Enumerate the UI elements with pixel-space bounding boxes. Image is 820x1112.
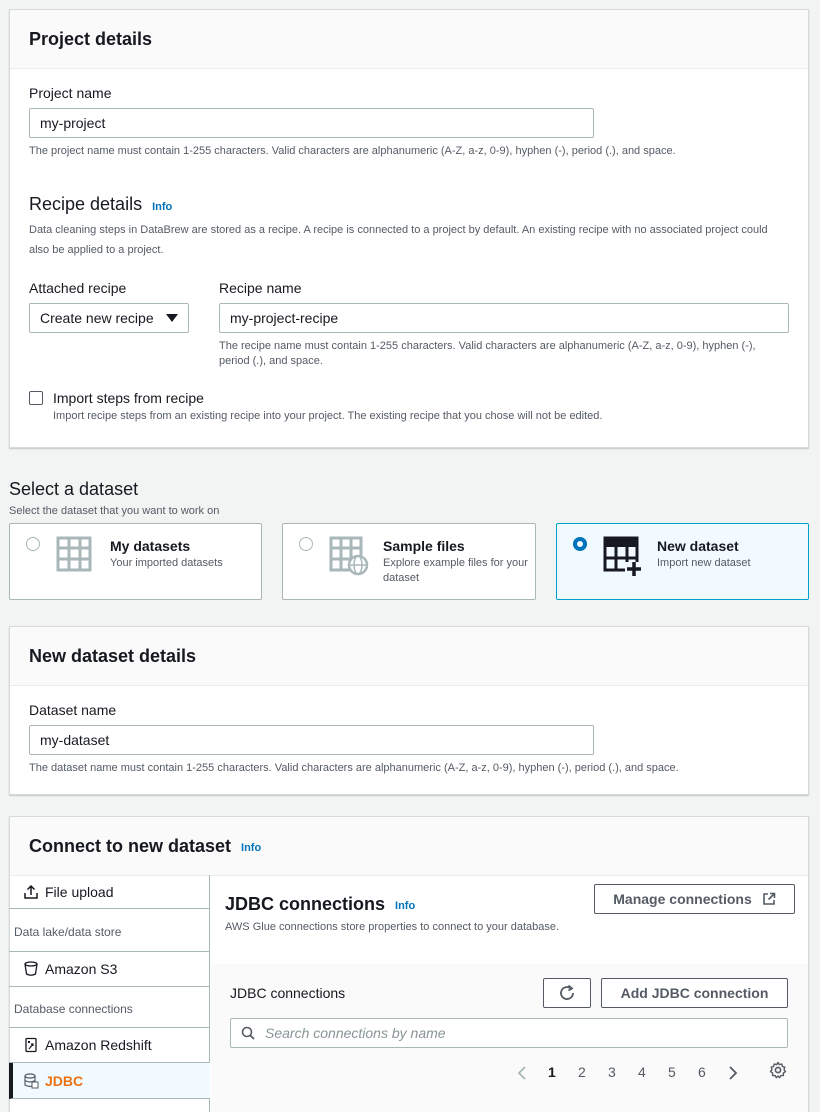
import-steps-hint: Import recipe steps from an existing rec… [53, 410, 603, 422]
recipe-name-input[interactable]: my-project-recipe [219, 303, 789, 333]
recipe-description: Data cleaning steps in DataBrew are stor… [29, 224, 768, 256]
tile-sample-files[interactable]: Sample files Explore example files for y… [282, 523, 536, 600]
add-jdbc-connection-button[interactable]: Add JDBC connection [601, 978, 788, 1008]
connect-info-link[interactable]: Info [241, 842, 261, 854]
attached-recipe-value: Create new recipe [40, 310, 154, 326]
jdbc-info-link[interactable]: Info [395, 900, 415, 912]
jdbc-description: AWS Glue connections store properties to… [225, 921, 560, 933]
import-steps-label[interactable]: Import steps from recipe [53, 390, 204, 406]
new-dataset-desc: Import new dataset [657, 557, 751, 569]
dataset-name-hint: The dataset name must contain 1-255 char… [29, 762, 679, 774]
sidebar-item-jdbc[interactable]: JDBC [9, 1063, 210, 1099]
tile-new-dataset[interactable]: New dataset Import new dataset [556, 523, 809, 600]
new-dataset-radio[interactable] [573, 537, 587, 551]
select-dataset-title: Select a dataset [9, 479, 139, 499]
bucket-icon [24, 961, 38, 976]
dataset-name-label: Dataset name [29, 702, 117, 718]
my-datasets-title: My datasets [110, 538, 191, 554]
manage-connections-label: Manage connections [613, 891, 752, 907]
select-dataset-subtitle: Select the dataset that you want to work… [9, 505, 220, 517]
sample-files-title: Sample files [383, 538, 465, 554]
page-5[interactable]: 5 [668, 1064, 676, 1080]
chevron-right-icon[interactable] [727, 1065, 739, 1081]
project-details-header: Project details [10, 10, 808, 69]
attached-recipe-select[interactable]: Create new recipe [29, 303, 189, 333]
new-dataset-header: New dataset details [10, 627, 808, 686]
new-dataset-title-heading: New dataset details [29, 645, 197, 666]
sidebar-item-file-upload[interactable]: File upload [9, 875, 210, 909]
recipe-name-label: Recipe name [219, 280, 302, 296]
search-icon [241, 1026, 255, 1040]
amazon-redshift-label: Amazon Redshift [45, 1037, 152, 1053]
table-plus-icon [603, 536, 643, 576]
group-database: Database connections [14, 1002, 133, 1016]
recipe-info-link[interactable]: Info [152, 201, 172, 213]
new-dataset-title: New dataset [657, 538, 739, 554]
recipe-name-hint: The recipe name must contain 1-255 chara… [219, 340, 756, 367]
import-steps-checkbox[interactable] [29, 391, 43, 405]
page-6[interactable]: 6 [698, 1064, 706, 1080]
tile-my-datasets[interactable]: My datasets Your imported datasets [9, 523, 262, 600]
sample-files-desc: Explore example files for your dataset [383, 557, 528, 584]
page-1[interactable]: 1 [548, 1064, 556, 1080]
jdbc-label: JDBC [45, 1072, 84, 1089]
refresh-button[interactable] [543, 978, 591, 1008]
project-details-title: Project details [29, 28, 153, 49]
table-globe-icon [329, 536, 369, 576]
connect-dataset-title: Connect to new dataset [29, 835, 232, 856]
sample-files-radio[interactable] [299, 537, 313, 551]
sidebar-item-amazon-s3[interactable]: Amazon S3 [9, 951, 210, 987]
page-3[interactable]: 3 [608, 1064, 616, 1080]
amazon-s3-label: Amazon S3 [45, 961, 118, 977]
project-name-label: Project name [29, 85, 112, 101]
upload-icon [24, 884, 38, 899]
gear-icon[interactable] [769, 1061, 787, 1079]
jdbc-table-label: JDBC connections [230, 985, 346, 1001]
jdbc-connections-title: JDBC connections [225, 894, 386, 914]
connect-dataset-header: Connect to new dataset Info [10, 817, 808, 876]
sidebar-item-amazon-redshift[interactable]: Amazon Redshift [9, 1027, 210, 1063]
recipe-details-title: Recipe details [29, 194, 143, 214]
attached-recipe-label: Attached recipe [29, 280, 127, 296]
recipe-details-heading: Recipe details Info [29, 194, 172, 215]
my-datasets-radio[interactable] [26, 537, 40, 551]
page-4[interactable]: 4 [638, 1064, 646, 1080]
search-connections-input[interactable]: Search connections by name [230, 1018, 788, 1048]
manage-connections-button[interactable]: Manage connections [594, 884, 795, 914]
group-data-lake: Data lake/data store [14, 925, 122, 939]
my-datasets-desc: Your imported datasets [110, 557, 223, 569]
database-icon [24, 1072, 39, 1088]
table-icon [56, 536, 92, 572]
redshift-icon [25, 1037, 37, 1053]
connect-sidebar: File upload Data lake/data store Amazon … [9, 875, 210, 1112]
project-name-hint: The project name must contain 1-255 char… [29, 145, 676, 157]
external-link-icon [762, 892, 776, 905]
jdbc-heading: JDBC connections Info [225, 894, 415, 915]
dataset-name-input[interactable]: my-dataset [29, 725, 594, 755]
page-2[interactable]: 2 [578, 1064, 586, 1080]
caret-down-icon [166, 314, 178, 322]
search-placeholder: Search connections by name [265, 1025, 446, 1041]
file-upload-label: File upload [45, 883, 114, 900]
project-name-input[interactable]: my-project [29, 108, 594, 138]
chevron-left-icon[interactable] [516, 1065, 528, 1081]
refresh-icon [560, 984, 574, 1000]
